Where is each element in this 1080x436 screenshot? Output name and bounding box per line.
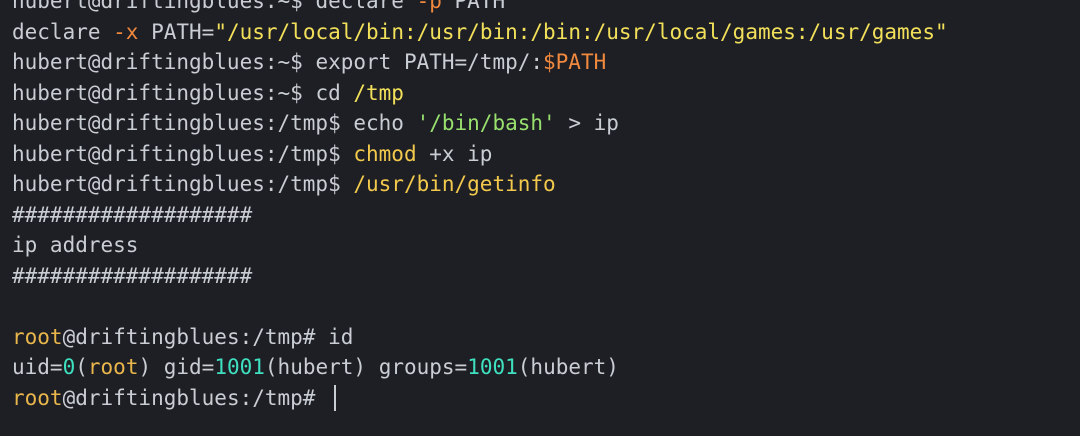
- terminal-line: uid=0(root) gid=1001(hubert) groups=1001…: [12, 352, 1080, 383]
- terminal-text-segment: hubert@driftingblues:~$: [12, 0, 316, 13]
- terminal-line: ###################: [12, 200, 1080, 231]
- terminal-text-segment: @driftingblues:/tmp#: [62, 385, 329, 410]
- terminal-text-segment: (: [75, 355, 88, 379]
- terminal-line: hubert@driftingblues:/tmp$ chmod +x ip: [12, 139, 1080, 170]
- terminal-text-segment: > ip: [555, 111, 619, 135]
- terminal-text-segment: ) gid=: [138, 355, 215, 379]
- terminal-text-segment: declare: [315, 0, 417, 13]
- terminal-text-segment: 1001: [467, 355, 518, 379]
- text-cursor: [334, 384, 337, 411]
- terminal-text-segment: declare: [12, 19, 114, 44]
- terminal-line: ###################: [12, 261, 1080, 292]
- terminal-text-segment: $PATH: [543, 50, 607, 74]
- terminal-text-segment: (hubert): [517, 355, 619, 379]
- terminal-text-segment: hubert@driftingblues:/tmp$: [12, 141, 354, 166]
- terminal-text-segment: '/bin/bash': [416, 111, 556, 135]
- terminal-text-segment: (hubert) groups=: [264, 355, 468, 379]
- terminal-line: hubert@driftingblues:~$ cd /tmp: [12, 78, 1080, 109]
- terminal-text-segment: root: [87, 355, 139, 379]
- terminal-line: ip address: [12, 230, 1080, 261]
- terminal-text-segment: -p: [416, 0, 442, 13]
- terminal-text-segment: -x: [113, 19, 139, 44]
- terminal-line: hubert@driftingblues:/tmp$ echo '/bin/ba…: [12, 108, 1080, 139]
- terminal-line: hubert@driftingblues:/tmp$ /usr/bin/geti…: [12, 169, 1080, 200]
- terminal-text-segment: uid=: [12, 355, 63, 379]
- terminal-text-segment: PATH=: [138, 19, 215, 44]
- terminal-text-segment: id: [328, 324, 354, 349]
- terminal-line: hubert@driftingblues:~$ export PATH=/tmp…: [12, 47, 1080, 78]
- terminal-text-segment: PATH: [441, 0, 506, 13]
- terminal-text-segment: hubert@driftingblues:/tmp$: [12, 111, 354, 135]
- terminal-line: hubert@driftingblues:~$ declare -p PATH: [12, 0, 1080, 17]
- terminal-text-segment: hubert@driftingblues:~$: [12, 50, 316, 74]
- terminal-text-segment: @driftingblues:/tmp#: [62, 324, 329, 349]
- terminal-text-segment: chmod: [353, 141, 417, 166]
- terminal-text-segment: root: [12, 324, 63, 349]
- terminal-text-segment: 0: [62, 355, 76, 379]
- terminal-text-segment: ip address: [12, 233, 139, 257]
- terminal-text-segment: echo: [353, 111, 417, 135]
- terminal-text-segment: cd: [315, 80, 354, 105]
- terminal-line: root@driftingblues:/tmp# id: [12, 322, 1080, 353]
- terminal-text-segment: "/usr/local/bin:/usr/bin:/bin:/usr/local…: [214, 19, 948, 44]
- terminal-text-segment: 1001: [214, 355, 265, 379]
- terminal-line: root@driftingblues:/tmp#: [12, 383, 1080, 414]
- terminal-text-segment: /tmp: [353, 80, 404, 105]
- terminal-text-segment: ###################: [12, 202, 253, 227]
- terminal-text-segment: /usr/bin/getinfo: [353, 172, 556, 196]
- terminal-text-segment: hubert@driftingblues:~$: [12, 80, 316, 105]
- terminal-text-segment: +x ip: [416, 141, 493, 166]
- terminal-line: declare -x PATH="/usr/local/bin:/usr/bin…: [12, 17, 1080, 48]
- terminal-text-segment: export PATH=/tmp/:: [315, 50, 544, 74]
- terminal-text-segment: ###################: [12, 263, 253, 288]
- terminal-text-segment: root: [12, 385, 63, 410]
- terminal-text-segment: hubert@driftingblues:/tmp$: [12, 172, 354, 196]
- terminal-window[interactable]: hubert@driftingblues:~$ declare -p PATH d…: [0, 0, 1080, 436]
